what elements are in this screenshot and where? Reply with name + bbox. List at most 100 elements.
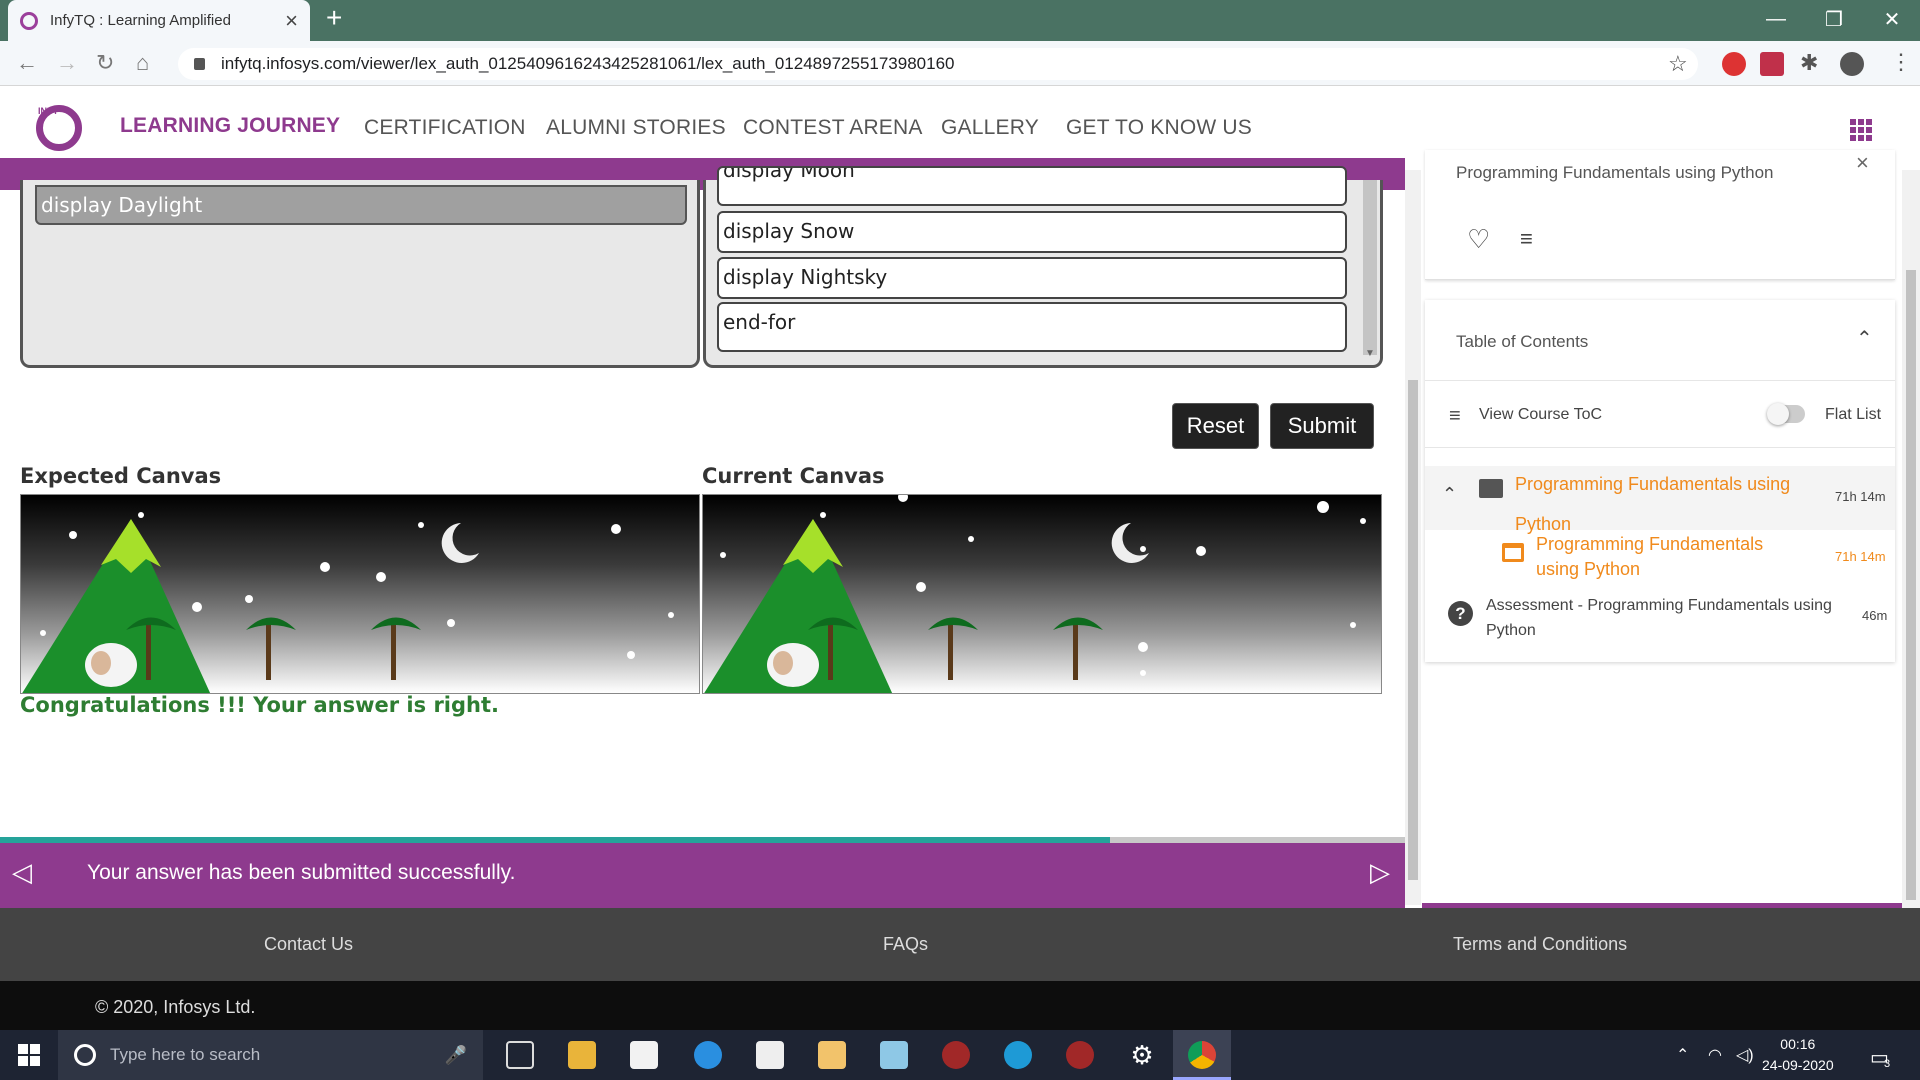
- notification-count: 3: [1884, 1058, 1891, 1070]
- code-block-display-nightsky[interactable]: display Nightsky: [717, 257, 1347, 299]
- edge-icon[interactable]: [1004, 1041, 1032, 1069]
- pocket-extension-icon[interactable]: [1760, 52, 1784, 76]
- file-explorer-icon[interactable]: [568, 1041, 596, 1069]
- question-icon: ?: [1448, 601, 1473, 626]
- expected-canvas-scene: [22, 512, 674, 693]
- answer-panel-scrollbar[interactable]: [1363, 180, 1377, 355]
- toc-title: Table of Contents: [1456, 332, 1589, 351]
- spider-solitaire-icon[interactable]: [942, 1041, 970, 1069]
- clock-date: 24-09-2020: [1762, 1057, 1834, 1073]
- volume-icon[interactable]: ◁): [1736, 1045, 1754, 1065]
- submit-button[interactable]: Submit: [1270, 403, 1374, 449]
- previous-arrow-icon[interactable]: ◁: [12, 857, 32, 888]
- nav-gallery[interactable]: GALLERY: [941, 116, 1039, 140]
- maximize-button[interactable]: ❐: [1806, 0, 1862, 38]
- scroll-down-arrow-icon[interactable]: ▼: [1365, 348, 1375, 359]
- nav-contest-arena[interactable]: CONTEST ARENA: [743, 116, 923, 140]
- next-arrow-icon[interactable]: ▷: [1370, 857, 1390, 888]
- resource-duration: 71h 14m: [1835, 549, 1886, 564]
- cortana-icon: [74, 1044, 96, 1066]
- submission-status-bar: ◁ Your answer has been submitted success…: [0, 843, 1405, 908]
- flat-list-toggle[interactable]: [1767, 403, 1805, 425]
- expected-canvas: [20, 494, 700, 694]
- list-icon[interactable]: ≡: [1449, 405, 1461, 428]
- forward-icon[interactable]: →: [56, 50, 78, 76]
- nav-certification[interactable]: CERTIFICATION: [364, 116, 526, 140]
- footer-faqs[interactable]: FAQs: [883, 934, 928, 955]
- assessment-title[interactable]: Assessment - Programming Fundamentals us…: [1486, 593, 1836, 643]
- add-to-list-icon[interactable]: ≡: [1520, 226, 1533, 252]
- url-text: infytq.infosys.com/viewer/lex_auth_01254…: [221, 54, 955, 73]
- snip-icon[interactable]: [880, 1041, 908, 1069]
- nav-learning-journey[interactable]: LEARNING JOURNEY: [120, 114, 340, 138]
- code-block-end-for[interactable]: end-for: [717, 302, 1347, 352]
- chevron-up-icon[interactable]: ⌃: [1442, 484, 1457, 505]
- submission-message: Your answer has been submitted successfu…: [87, 861, 516, 884]
- moon-icon: [1111, 523, 1149, 563]
- store-icon[interactable]: [630, 1041, 658, 1069]
- close-tab-icon[interactable]: ×: [285, 8, 298, 34]
- moon-icon: [441, 523, 479, 563]
- result-message: Congratulations !!! Your answer is right…: [20, 693, 499, 717]
- apps-grid-icon[interactable]: [1850, 119, 1872, 141]
- footer-terms[interactable]: Terms and Conditions: [1453, 934, 1627, 955]
- current-canvas-label: Current Canvas: [702, 464, 885, 488]
- close-window-button[interactable]: ✕: [1864, 0, 1920, 38]
- profile-avatar-icon[interactable]: [1840, 52, 1864, 76]
- task-view-icon[interactable]: [506, 1041, 534, 1069]
- view-course-toc-link[interactable]: View Course ToC: [1479, 406, 1602, 424]
- close-sidebar-icon[interactable]: ×: [1856, 150, 1869, 176]
- divider: [1425, 447, 1895, 448]
- mail-icon[interactable]: [756, 1041, 784, 1069]
- safari-icon[interactable]: [694, 1041, 722, 1069]
- heart-icon[interactable]: ♡: [1467, 224, 1490, 255]
- notes-icon[interactable]: [818, 1041, 846, 1069]
- taskbar-clock[interactable]: 00:16 24-09-2020: [1762, 1034, 1834, 1076]
- address-bar[interactable]: infytq.infosys.com/viewer/lex_auth_01254…: [178, 48, 1698, 80]
- current-canvas-scene: [704, 495, 1366, 693]
- resource-title[interactable]: Programming Fundamentals using Python: [1536, 532, 1806, 582]
- infytq-favicon-icon: [20, 11, 38, 30]
- reset-button[interactable]: Reset: [1172, 403, 1259, 449]
- nav-alumni-stories[interactable]: ALUMNI STORIES: [546, 116, 726, 140]
- code-block-display-moon[interactable]: display Moon: [717, 166, 1347, 206]
- tab-title: InfyTQ : Learning Amplified: [50, 12, 231, 29]
- taskbar-search[interactable]: Type here to search 🎤: [58, 1030, 483, 1080]
- tray-chevron-icon[interactable]: ⌃: [1676, 1045, 1689, 1065]
- course-title: Programming Fundamentals using Python: [1456, 163, 1774, 182]
- chevron-up-icon[interactable]: ⌃: [1856, 326, 1873, 351]
- folder-icon: [1479, 479, 1503, 498]
- search-placeholder: Type here to search: [110, 1045, 261, 1064]
- logo-text: INFY: [38, 106, 59, 116]
- code-block-display-snow[interactable]: display Snow: [717, 211, 1347, 253]
- home-icon[interactable]: ⌂: [136, 50, 149, 76]
- windows-start-icon[interactable]: [18, 1044, 40, 1066]
- settings-gear-icon[interactable]: ⚙: [1128, 1041, 1156, 1069]
- extension-red-icon[interactable]: [1722, 52, 1746, 76]
- content-scrollbar[interactable]: [1405, 170, 1421, 905]
- chrome-icon: [1188, 1041, 1216, 1069]
- browser-tab[interactable]: InfyTQ : Learning Amplified ×: [8, 0, 310, 41]
- code-block-display-daylight[interactable]: display Daylight: [35, 185, 687, 225]
- flat-list-label: Flat List: [1825, 406, 1882, 423]
- wifi-icon[interactable]: ◠: [1708, 1045, 1722, 1065]
- expected-canvas-label: Expected Canvas: [20, 464, 222, 488]
- spider-app-icon[interactable]: [1066, 1041, 1094, 1069]
- reload-icon[interactable]: ↻: [96, 50, 114, 76]
- footer-contact-us[interactable]: Contact Us: [264, 934, 353, 955]
- browser-menu-icon[interactable]: ⋮: [1890, 49, 1912, 75]
- module-duration: 71h 14m: [1835, 489, 1886, 504]
- nav-get-to-know-us[interactable]: GET TO KNOW US: [1066, 116, 1252, 140]
- minimize-button[interactable]: —: [1748, 0, 1804, 38]
- divider: [1425, 380, 1895, 381]
- assessment-duration: 46m: [1862, 608, 1888, 623]
- page-scrollbar[interactable]: [1902, 170, 1920, 908]
- microphone-icon[interactable]: 🎤: [445, 1045, 467, 1066]
- bookmark-star-icon[interactable]: ☆: [1668, 51, 1688, 77]
- back-icon[interactable]: ←: [16, 50, 38, 76]
- current-canvas: [702, 494, 1382, 694]
- new-tab-icon[interactable]: +: [326, 2, 342, 34]
- extensions-puzzle-icon[interactable]: ✱: [1800, 50, 1818, 76]
- code-block-text: display Moon: [723, 166, 855, 182]
- clock-time: 00:16: [1780, 1036, 1816, 1052]
